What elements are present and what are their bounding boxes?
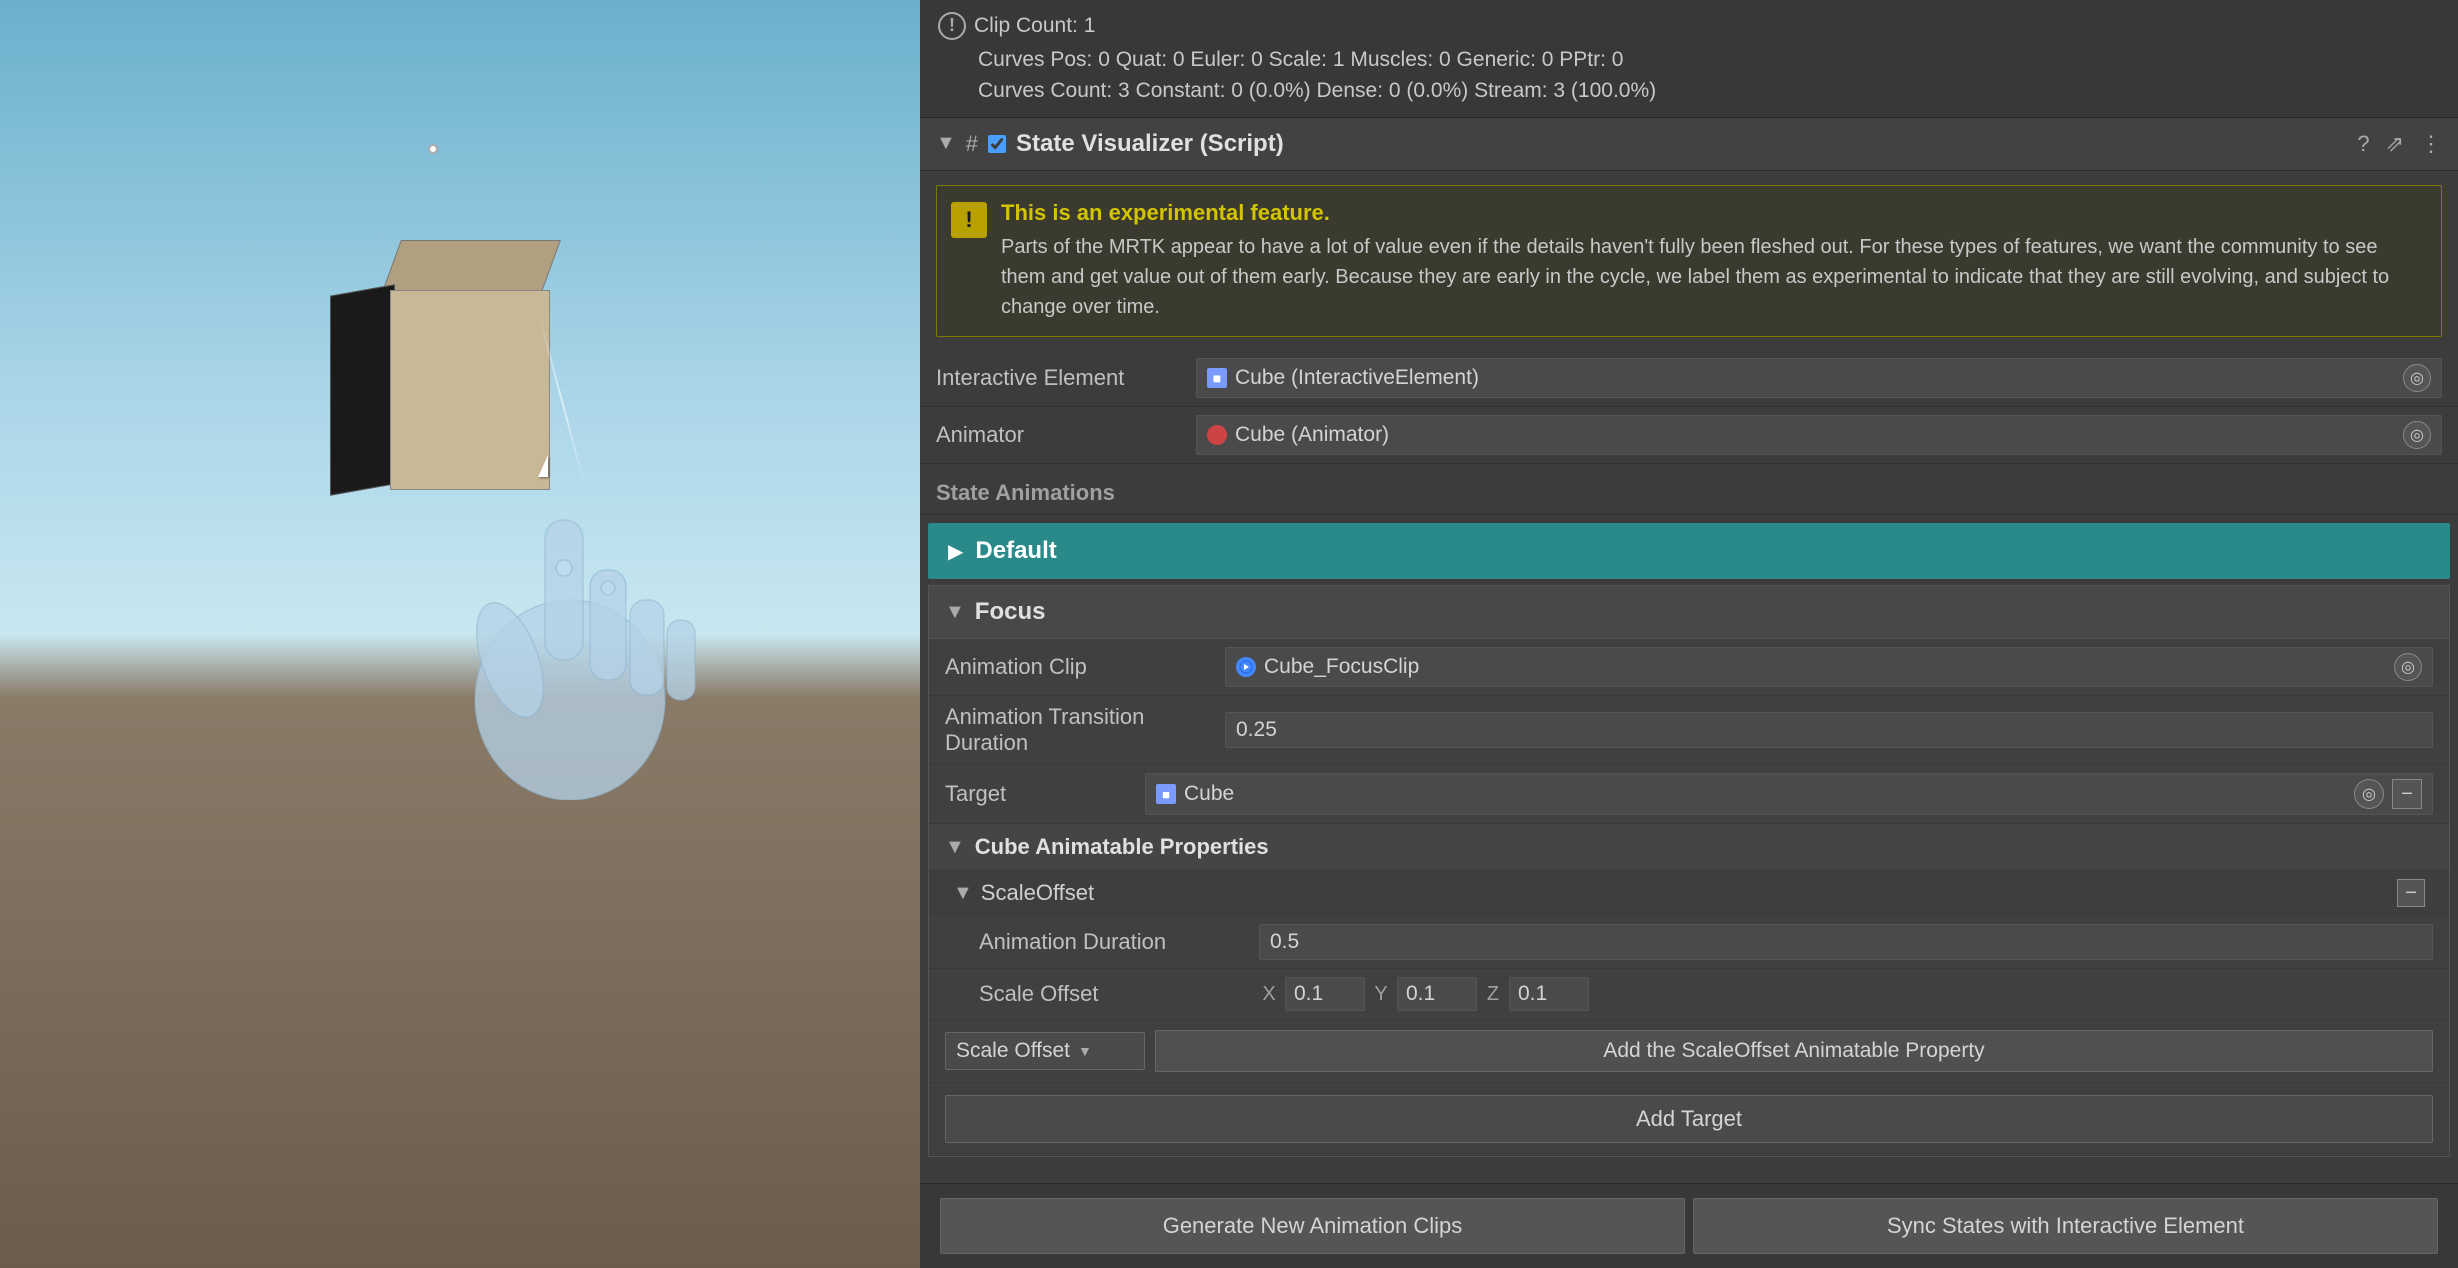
clip-count-text: Clip Count: 1 bbox=[974, 10, 1095, 42]
scale-x-label: X bbox=[1259, 983, 1279, 1006]
component-title: State Visualizer (Script) bbox=[1016, 130, 2347, 158]
animator-field[interactable]: Cube (Animator) ◎ bbox=[1196, 415, 2442, 455]
component-more-icon[interactable]: ⋮ bbox=[2420, 131, 2442, 157]
clip-curves-pos: Curves Pos: 0 Quat: 0 Euler: 0 Scale: 1 … bbox=[978, 44, 2440, 76]
scale-offset-arrow: ▼ bbox=[953, 882, 973, 905]
warning-body: Parts of the MRTK appear to have a lot o… bbox=[1001, 232, 2427, 322]
animation-clip-icon bbox=[1236, 657, 1256, 677]
pivot-dot bbox=[428, 144, 438, 154]
hand-model bbox=[430, 420, 710, 800]
component-enable-checkbox[interactable] bbox=[988, 135, 1006, 153]
inspector-panel: ! Clip Count: 1 Curves Pos: 0 Quat: 0 Eu… bbox=[920, 0, 2458, 1268]
experimental-warning-box: ! This is an experimental feature. Parts… bbox=[936, 185, 2442, 337]
animator-value: Cube (Animator) bbox=[1235, 423, 1389, 447]
cube-side-face bbox=[330, 284, 395, 495]
cursor bbox=[538, 455, 548, 477]
focus-collapse-arrow: ▼ bbox=[945, 601, 965, 624]
state-animations-section-title: State Animations bbox=[920, 464, 2458, 515]
hand-svg bbox=[430, 420, 710, 800]
animation-transition-value: 0.25 bbox=[1236, 718, 1277, 742]
add-property-btn[interactable]: Add the ScaleOffset Animatable Property bbox=[1155, 1030, 2433, 1072]
component-link-icon[interactable]: ⇗ bbox=[2386, 131, 2404, 157]
focus-header[interactable]: ▼ Focus bbox=[929, 586, 2449, 639]
animator-picker-btn[interactable]: ◎ bbox=[2403, 421, 2431, 449]
sync-states-btn[interactable]: Sync States with Interactive Element bbox=[1693, 1198, 2438, 1254]
target-row: Target ■ Cube ◎ − bbox=[929, 765, 2449, 824]
add-property-row: Scale Offset ▼ Add the ScaleOffset Anima… bbox=[929, 1020, 2449, 1083]
clip-info-bar: ! Clip Count: 1 Curves Pos: 0 Quat: 0 Eu… bbox=[920, 0, 2458, 118]
animation-duration-label: Animation Duration bbox=[979, 929, 1259, 955]
component-header: ▼ # State Visualizer (Script) ? ⇗ ⋮ bbox=[920, 118, 2458, 171]
animation-transition-label: Animation Transition Duration bbox=[945, 704, 1225, 756]
animation-clip-value: Cube_FocusClip bbox=[1264, 655, 1419, 679]
scale-offset-label: Scale Offset bbox=[979, 981, 1259, 1007]
add-target-btn[interactable]: Add Target bbox=[945, 1095, 2433, 1143]
scene-viewport bbox=[0, 0, 920, 1268]
component-hash-icon: # bbox=[966, 131, 978, 157]
generate-animation-clips-btn[interactable]: Generate New Animation Clips bbox=[940, 1198, 1685, 1254]
warning-triangle-icon: ! bbox=[951, 202, 987, 238]
component-collapse-arrow[interactable]: ▼ bbox=[936, 132, 956, 155]
scale-z-input[interactable]: 0.1 bbox=[1509, 977, 1589, 1011]
interactive-element-row: Interactive Element ■ Cube (InteractiveE… bbox=[920, 351, 2458, 408]
animator-obj-icon bbox=[1207, 425, 1227, 445]
interactive-element-picker-btn[interactable]: ◎ bbox=[2403, 364, 2431, 392]
animation-clip-row: Animation Clip Cube_FocusClip ◎ bbox=[929, 639, 2449, 696]
cube-props-arrow: ▼ bbox=[945, 836, 965, 859]
interactive-element-label: Interactive Element bbox=[936, 365, 1196, 391]
target-cube-icon: ■ bbox=[1156, 784, 1176, 804]
target-value: Cube bbox=[1184, 782, 1234, 806]
animation-clip-label: Animation Clip bbox=[945, 654, 1225, 680]
dropdown-arrow-icon: ▼ bbox=[1078, 1043, 1092, 1059]
property-type-dropdown[interactable]: Scale Offset ▼ bbox=[945, 1032, 1145, 1070]
default-state-label: Default bbox=[975, 537, 1056, 565]
component-help-icon[interactable]: ? bbox=[2357, 131, 2369, 157]
animator-row: Animator Cube (Animator) ◎ bbox=[920, 407, 2458, 464]
scale-offset-remove-btn[interactable]: − bbox=[2397, 879, 2425, 907]
animation-clip-field[interactable]: Cube_FocusClip ◎ bbox=[1225, 647, 2433, 687]
focus-title: Focus bbox=[975, 598, 1046, 626]
animation-transition-field[interactable]: 0.25 bbox=[1225, 712, 2433, 748]
scale-offset-title: ScaleOffset bbox=[981, 880, 2389, 906]
interactive-element-field[interactable]: ■ Cube (InteractiveElement) ◎ bbox=[1196, 358, 2442, 398]
scale-x-input[interactable]: 0.1 bbox=[1285, 977, 1365, 1011]
bottom-actions-bar: Generate New Animation Clips Sync States… bbox=[920, 1183, 2458, 1268]
focus-section: ▼ Focus Animation Clip Cube_FocusClip ◎ … bbox=[928, 585, 2450, 1157]
animation-duration-field[interactable]: 0.5 bbox=[1259, 924, 2433, 960]
target-remove-btn[interactable]: − bbox=[2392, 779, 2422, 809]
cube-animatable-header[interactable]: ▼ Cube Animatable Properties bbox=[929, 824, 2449, 871]
scale-z-label: Z bbox=[1483, 983, 1503, 1006]
cube-animatable-title: Cube Animatable Properties bbox=[975, 834, 1269, 860]
animator-label: Animator bbox=[936, 422, 1196, 448]
clip-curves-count: Curves Count: 3 Constant: 0 (0.0%) Dense… bbox=[978, 75, 2440, 107]
warning-title: This is an experimental feature. bbox=[1001, 200, 2427, 226]
cube-obj-icon: ■ bbox=[1207, 368, 1227, 388]
clip-warning-icon: ! bbox=[938, 12, 966, 40]
default-state-row[interactable]: ▶ Default bbox=[928, 523, 2450, 579]
scale-offset-header[interactable]: ▼ ScaleOffset − bbox=[929, 871, 2449, 916]
target-picker-btn[interactable]: ◎ bbox=[2354, 779, 2384, 809]
scale-y-input[interactable]: 0.1 bbox=[1397, 977, 1477, 1011]
animation-duration-value: 0.5 bbox=[1270, 930, 1299, 954]
animation-transition-row: Animation Transition Duration 0.25 bbox=[929, 696, 2449, 765]
interactive-element-value: Cube (InteractiveElement) bbox=[1235, 366, 1479, 390]
target-label: Target bbox=[945, 781, 1145, 807]
scale-offset-xyz-row: Scale Offset X 0.1 Y 0.1 Z 0.1 bbox=[929, 969, 2449, 1020]
animation-duration-row: Animation Duration 0.5 bbox=[929, 916, 2449, 969]
target-field[interactable]: ■ Cube ◎ − bbox=[1145, 773, 2433, 815]
scale-y-label: Y bbox=[1371, 983, 1391, 1006]
property-type-label: Scale Offset bbox=[956, 1039, 1070, 1063]
default-state-arrow: ▶ bbox=[948, 539, 963, 564]
add-target-row: Add Target bbox=[929, 1083, 2449, 1156]
animation-clip-picker-btn[interactable]: ◎ bbox=[2394, 653, 2422, 681]
